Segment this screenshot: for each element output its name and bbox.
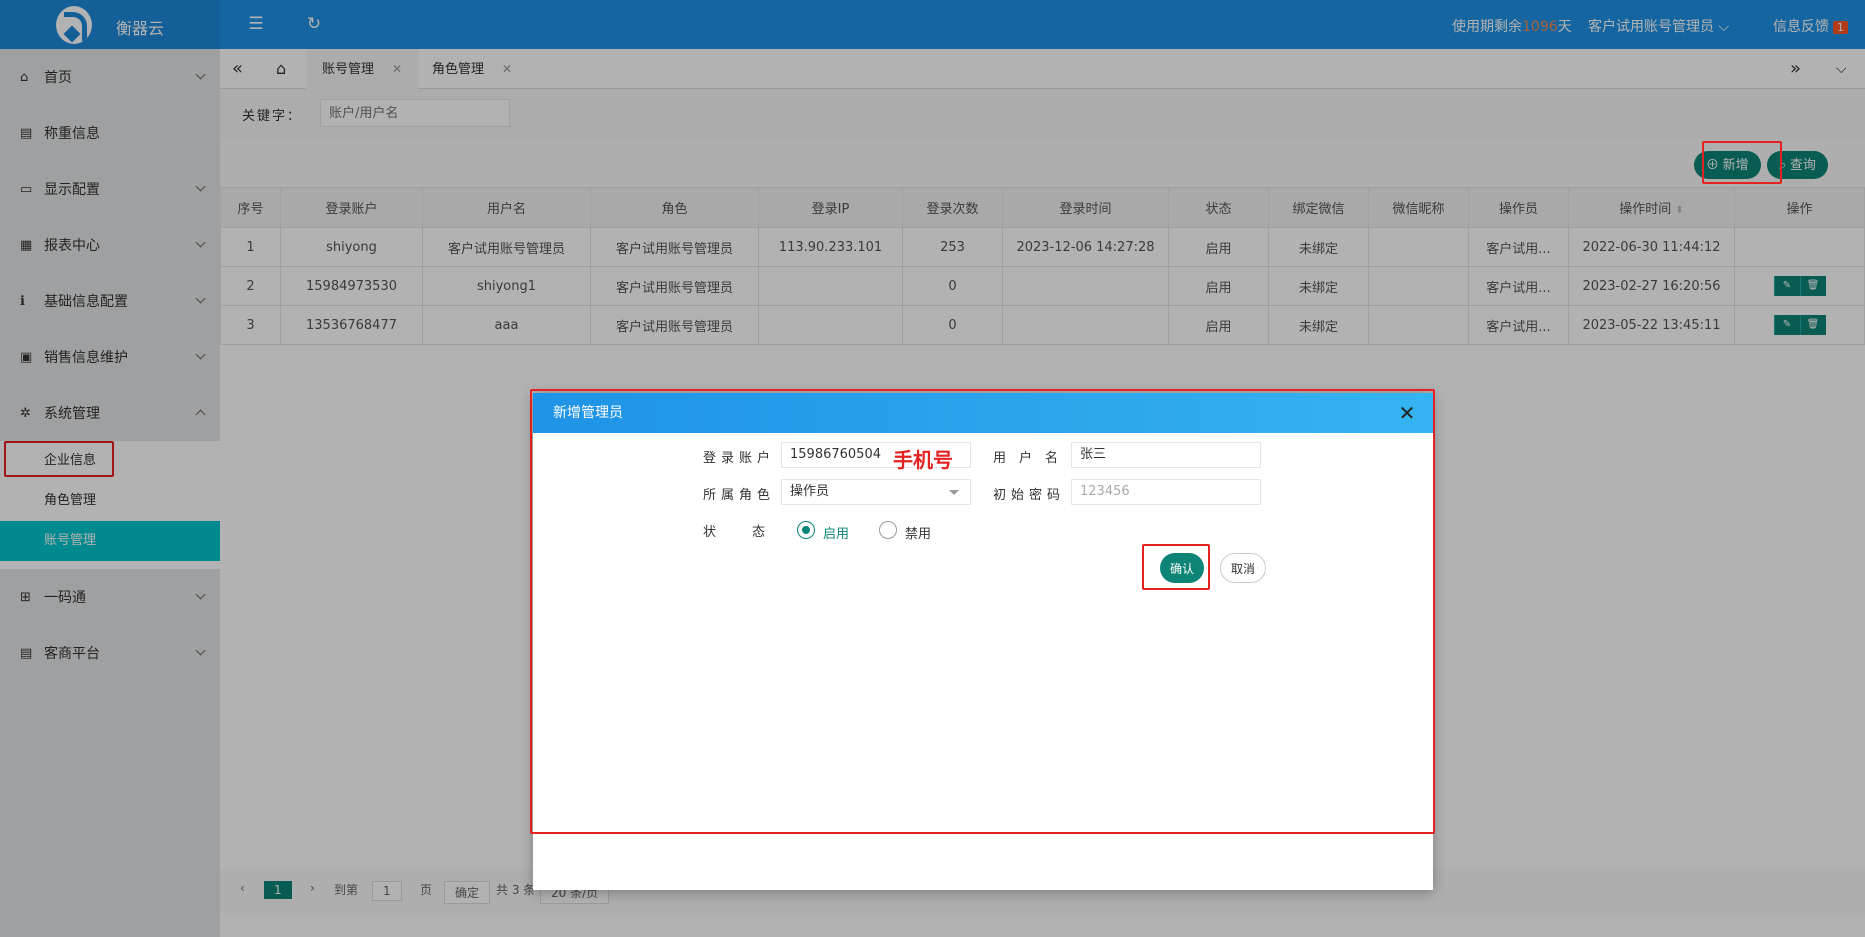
role-select[interactable]: 操作员 — [781, 479, 971, 505]
dialog-header: 新增管理员 — [533, 393, 1433, 433]
account-label: 登录账户 — [703, 451, 776, 466]
disable-radio[interactable] — [879, 521, 897, 539]
status-label: 状态 — [703, 525, 802, 540]
disable-label: 禁用 — [905, 527, 932, 542]
username-input[interactable]: 张三 — [1071, 442, 1261, 468]
enable-radio[interactable] — [797, 521, 815, 539]
password-input[interactable]: 123456 — [1071, 479, 1261, 505]
handwritten-note: 手机号 — [893, 448, 953, 472]
username-label: 用户名 — [993, 451, 1072, 466]
add-admin-dialog: 新增管理员 ✕ 登录账户 15986760504 手机号 用户名 张三 所属角色… — [533, 393, 1433, 890]
chevron-down-icon — [949, 490, 959, 495]
dialog-title: 新增管理员 — [553, 405, 623, 421]
role-label: 所属角色 — [703, 488, 776, 503]
confirm-button[interactable]: 确认 — [1160, 553, 1204, 583]
cancel-button[interactable]: 取消 — [1220, 553, 1266, 583]
password-label: 初始密码 — [993, 488, 1066, 503]
enable-label: 启用 — [823, 527, 850, 542]
close-icon[interactable]: ✕ — [1397, 403, 1417, 423]
